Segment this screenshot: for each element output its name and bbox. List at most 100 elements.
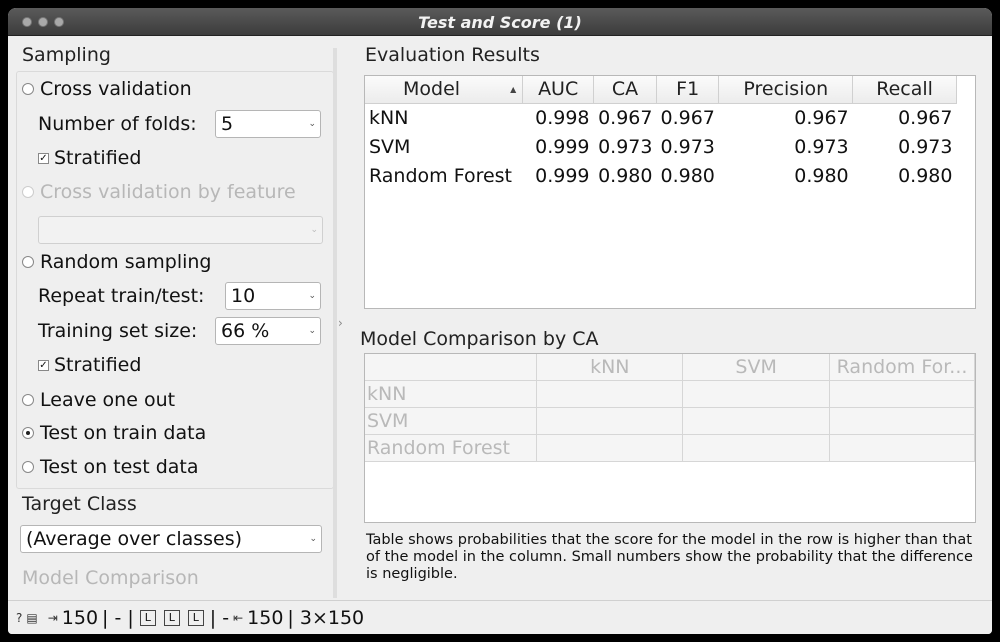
recall-cell: 0.967 — [898, 106, 953, 129]
comparison-cell — [829, 434, 975, 462]
test-on-train-label: Test on train data — [40, 422, 207, 444]
chevron-down-icon: ⌄ — [310, 225, 318, 235]
random-sampling-option[interactable]: Random sampling — [22, 251, 211, 273]
repeat-value: 10 — [231, 285, 256, 307]
learner-icon: L — [187, 609, 204, 626]
chevron-down-icon: ⌄ — [308, 326, 316, 336]
cross-validation-label: Cross validation — [40, 78, 192, 100]
cv-by-feature-option: Cross validation by feature — [22, 181, 296, 203]
output-icon: ⇤ — [233, 610, 244, 625]
row-header-random-forest: Random Forest — [365, 434, 538, 462]
stratified-checkbox-2[interactable]: ✓ Stratified — [38, 354, 141, 376]
cross-validation-option[interactable]: Cross validation — [22, 78, 192, 100]
ca-cell: 0.980 — [598, 164, 653, 187]
model-comparison-title: Model Comparison — [22, 567, 199, 589]
target-class-title: Target Class — [22, 493, 137, 515]
folds-select[interactable]: 5 ⌄ — [215, 110, 321, 138]
table-row: Random Forest — [365, 434, 975, 462]
column-header-model[interactable]: Model ▲ — [365, 76, 524, 104]
cv-by-feature-label: Cross validation by feature — [40, 181, 296, 203]
table-header-row: Model ▲ AUC CA F1 Precision Recall — [365, 76, 957, 104]
comparison-cell — [829, 407, 975, 435]
folds-value: 5 — [221, 113, 234, 135]
column-header-ca[interactable]: CA — [593, 76, 657, 104]
sort-ascending-icon: ▲ — [510, 85, 517, 94]
table-row: SVM — [365, 407, 975, 435]
column-header-f1[interactable]: F1 — [656, 76, 720, 104]
table-header-row: kNN SVM Random For... — [365, 354, 975, 381]
test-on-test-option[interactable]: Test on test data — [22, 456, 199, 478]
radio-icon — [22, 461, 34, 473]
table-row[interactable]: SVM 0.999 0.973 0.973 0.973 0.973 — [365, 132, 957, 161]
table-row[interactable]: kNN 0.998 0.967 0.967 0.967 0.967 — [365, 103, 957, 132]
train-size-value: 66 % — [221, 320, 270, 342]
evaluation-results-title: Evaluation Results — [365, 44, 540, 66]
test-and-score-window: Test and Score (1) Sampling Cross valida… — [8, 8, 992, 634]
left-panel-scrollbar[interactable] — [333, 48, 337, 598]
leave-one-out-option[interactable]: Leave one out — [22, 389, 175, 411]
row-header-svm: SVM — [365, 407, 538, 435]
status-separator: | - | — [102, 606, 134, 629]
leave-one-out-label: Leave one out — [40, 389, 176, 411]
comparison-cell — [682, 434, 831, 462]
train-size-select[interactable]: 66 % ⌄ — [215, 317, 321, 345]
column-header-recall[interactable]: Recall — [852, 76, 957, 104]
radio-icon — [22, 256, 34, 268]
test-on-test-label: Test on test data — [40, 456, 199, 478]
ca-cell: 0.967 — [598, 106, 653, 129]
chevron-down-icon: ⌄ — [309, 534, 317, 544]
feature-select: ⌄ — [38, 216, 323, 244]
comparison-cell — [682, 407, 831, 435]
model-comparison-by-ca-title: Model Comparison by CA — [360, 328, 599, 350]
evaluation-results-table-box[interactable]: Model ▲ AUC CA F1 Precision Recall kNN 0… — [364, 75, 976, 309]
folds-label: Number of folds: — [38, 113, 197, 135]
recall-cell: 0.973 — [898, 135, 953, 158]
auc-cell: 0.998 — [535, 106, 590, 129]
stratified-checkbox[interactable]: ✓ Stratified — [38, 147, 141, 169]
table-row: kNN — [365, 380, 975, 408]
checkmark-icon: ✓ — [38, 359, 49, 371]
window-title: Test and Score (1) — [418, 13, 582, 32]
corner-header-cell — [365, 354, 538, 381]
input-icon: ⇥ — [47, 610, 58, 625]
precision-cell: 0.973 — [794, 135, 849, 158]
column-header-svm: SVM — [682, 354, 831, 381]
report-icon[interactable]: ▤ — [26, 611, 37, 625]
comparison-cell — [536, 380, 684, 408]
learner-icon: L — [163, 609, 180, 626]
comparison-cell — [682, 380, 831, 408]
ca-cell: 0.973 — [598, 135, 653, 158]
repeat-select[interactable]: 10 ⌄ — [225, 282, 321, 310]
column-header-auc[interactable]: AUC — [522, 76, 595, 104]
help-icon[interactable]: ? — [16, 611, 22, 625]
comparison-cell — [536, 434, 684, 462]
model-name-cell: SVM — [369, 135, 411, 158]
column-header-precision[interactable]: Precision — [718, 76, 854, 104]
test-on-train-option[interactable]: Test on train data — [22, 422, 206, 444]
row-header-knn: kNN — [365, 380, 538, 408]
comparison-cell — [829, 380, 975, 408]
radio-icon — [22, 186, 34, 198]
chevron-right-icon: › — [338, 316, 343, 330]
main-area: Evaluation Results Model ▲ AUC CA F1 Pre… — [360, 41, 990, 601]
column-header-random-forest: Random For... — [829, 354, 975, 381]
panel-splitter[interactable]: › — [338, 48, 346, 598]
model-comparison-table-box: kNN SVM Random For... kNN SVM Random For… — [364, 353, 976, 523]
target-class-select[interactable]: (Average over classes) ⌄ — [20, 525, 322, 553]
recall-cell: 0.980 — [898, 164, 953, 187]
comparison-note: Table shows probabilities that the score… — [366, 532, 973, 582]
radio-icon — [22, 83, 34, 95]
column-header-knn: kNN — [536, 354, 684, 381]
stratified-label-2: Stratified — [54, 354, 142, 376]
title-bar: Test and Score (1) — [8, 8, 992, 36]
output-shape: | 3×150 — [287, 606, 365, 629]
random-sampling-label: Random sampling — [40, 251, 212, 273]
train-size-label: Training set size: — [38, 320, 198, 342]
model-name-cell: Random Forest — [369, 164, 513, 187]
evaluation-results-table: Model ▲ AUC CA F1 Precision Recall kNN 0… — [365, 76, 957, 190]
precision-cell: 0.967 — [794, 106, 849, 129]
precision-cell: 0.980 — [794, 164, 849, 187]
auc-cell: 0.999 — [535, 164, 590, 187]
f1-cell: 0.973 — [660, 135, 715, 158]
table-row[interactable]: Random Forest 0.999 0.980 0.980 0.980 0.… — [365, 161, 957, 190]
